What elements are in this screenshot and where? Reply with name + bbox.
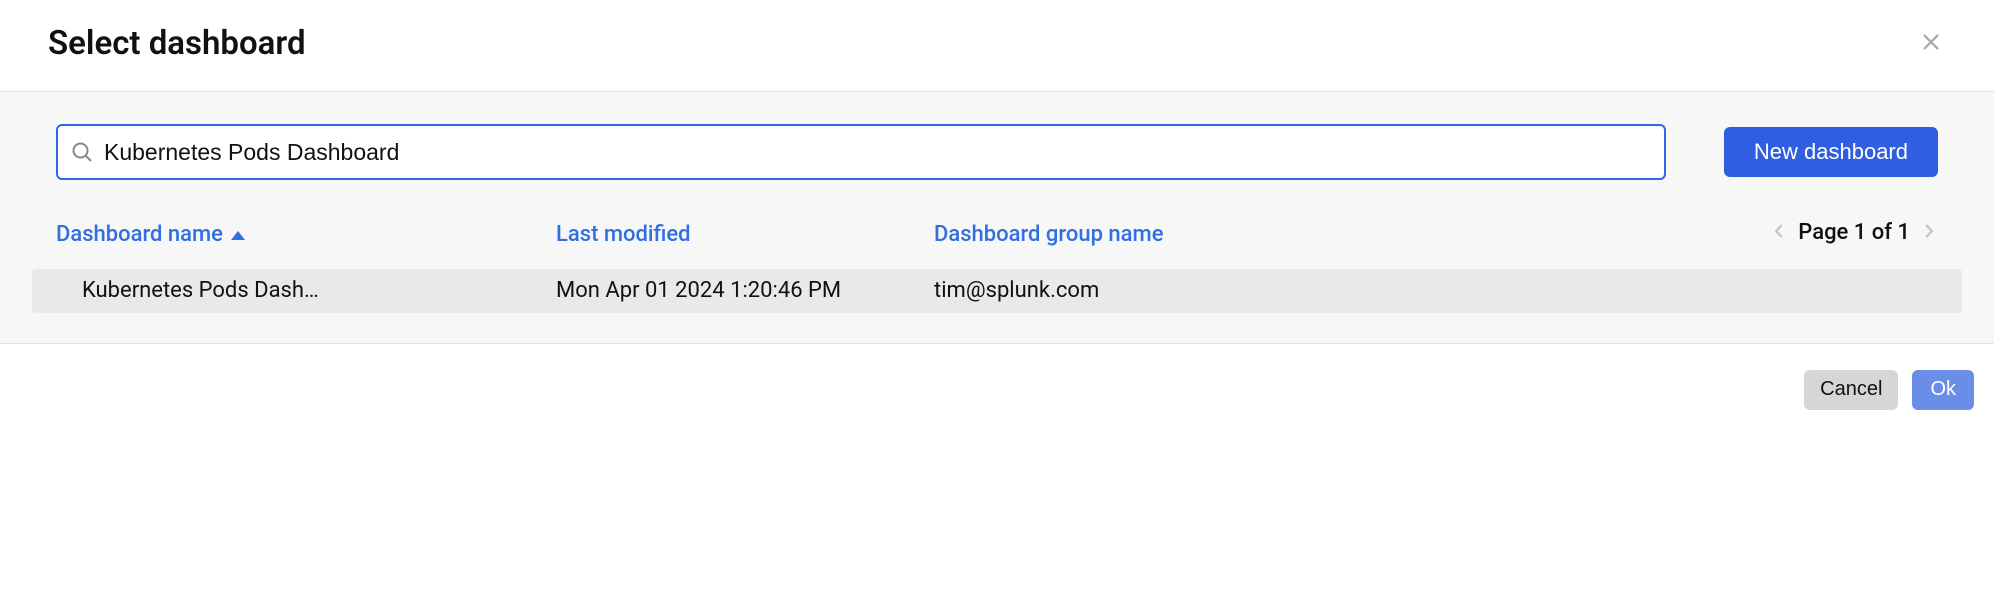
- page-indicator: Page 1 of 1: [1798, 220, 1910, 245]
- column-header-modified[interactable]: Last modified: [556, 220, 934, 251]
- dialog-body: New dashboard Dashboard name Last modifi…: [0, 92, 1994, 344]
- sort-ascending-icon: [231, 231, 245, 240]
- column-header-group-label: Dashboard group name: [934, 222, 1164, 247]
- search-icon: [70, 140, 94, 164]
- search-input[interactable]: [104, 139, 1652, 166]
- table-row[interactable]: Kubernetes Pods Dash… Mon Apr 01 2024 1:…: [32, 269, 1962, 313]
- page-prev-icon[interactable]: [1770, 222, 1788, 243]
- new-dashboard-button[interactable]: New dashboard: [1724, 127, 1938, 177]
- column-header-name-label: Dashboard name: [56, 220, 223, 251]
- row-name-cell: Kubernetes Pods Dash…: [56, 278, 556, 303]
- table-header-row: Dashboard name Last modified Dashboard g…: [32, 220, 1962, 251]
- row-modified-cell: Mon Apr 01 2024 1:20:46 PM: [556, 278, 934, 303]
- row-group-cell: tim@splunk.com: [934, 278, 1214, 303]
- toolbar: New dashboard: [32, 124, 1962, 180]
- close-icon[interactable]: [1916, 26, 1946, 62]
- cancel-button[interactable]: Cancel: [1804, 370, 1898, 410]
- dialog-title: Select dashboard: [48, 24, 306, 63]
- page-next-icon[interactable]: [1920, 222, 1938, 243]
- column-header-group[interactable]: Dashboard group name: [934, 220, 1214, 251]
- pager: Page 1 of 1: [1214, 220, 1938, 245]
- dialog-header: Select dashboard: [0, 0, 1994, 92]
- dialog-footer: Cancel Ok: [0, 344, 1994, 430]
- ok-button[interactable]: Ok: [1912, 370, 1974, 410]
- column-header-modified-label: Last modified: [556, 222, 691, 247]
- search-field-wrap[interactable]: [56, 124, 1666, 180]
- select-dashboard-dialog: Select dashboard New dashboard: [0, 0, 1994, 430]
- column-header-name[interactable]: Dashboard name: [56, 220, 556, 251]
